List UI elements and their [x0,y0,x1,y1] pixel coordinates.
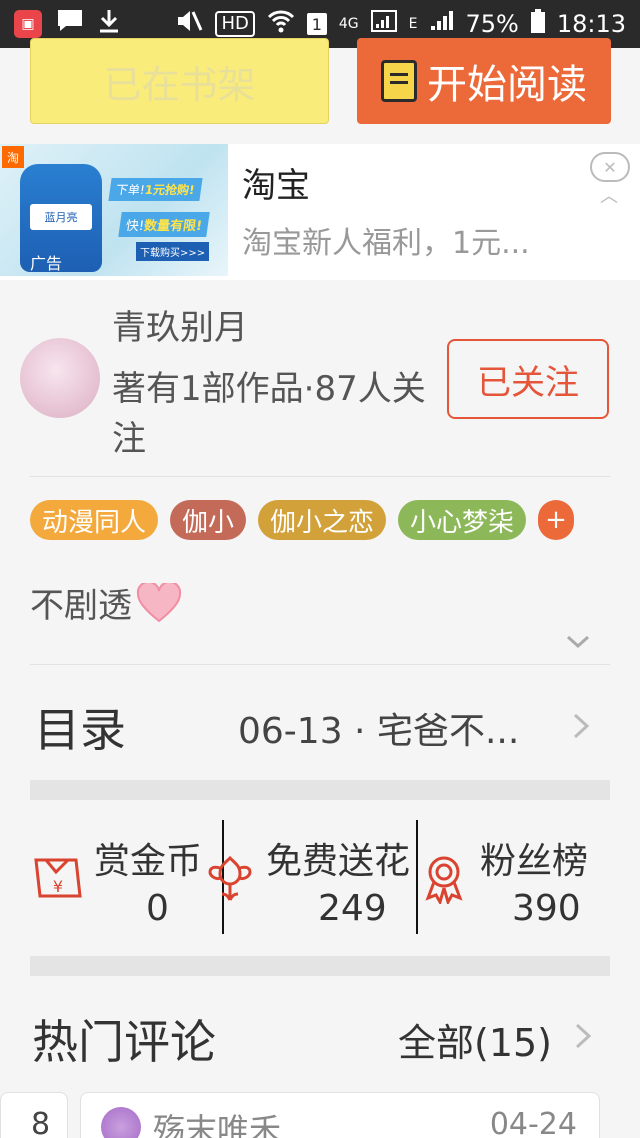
wifi-icon [267,9,295,39]
flower-value: 249 [318,888,387,929]
start-reading-button[interactable]: 开始阅读 [357,38,611,124]
comment-date: 04-24 [489,1107,577,1138]
book-actions: 已在书架 开始阅读 [0,38,640,140]
taobao-logo-icon: 淘 [2,146,24,168]
catalog-row[interactable]: 目录 06-13 · 宅爸不... [0,666,640,778]
ad-tag: 广告 [30,254,63,273]
ad-image[interactable]: 淘 蓝月亮 下单!1元抢购! 快!数量有限! 下载购买>>> 广告 [0,144,228,276]
red-envelope-icon[interactable]: ¥ [32,854,84,902]
fans-value: 390 [512,888,581,929]
battery-icon [530,9,545,39]
network-type-alt: E [408,16,418,32]
ad-description: 淘宝新人福利，1元... [242,226,530,261]
fans-label[interactable]: 粉丝榜 [480,832,588,884]
tag-item[interactable]: 小心梦柒 [398,500,527,540]
network-type: 4G [338,16,359,32]
hot-comments-title: 热门评论 [32,1015,216,1069]
ad-promo-line-1: 下单!1元抢购! [108,178,203,201]
section-separator [30,780,610,800]
mute-icon [175,8,203,40]
signal-bars-icon [429,10,454,38]
ad-promo-line-2: 快!数量有限! [118,212,210,237]
hd-badge: HD [215,11,255,37]
flower-label[interactable]: 免费送花 [266,832,410,884]
tag-list: 动漫同人 伽小 伽小之恋 小心梦柒 + [30,500,575,540]
clock: 18:13 [556,10,626,38]
ad-banner[interactable]: 淘 蓝月亮 下单!1元抢购! 快!数量有限! 下载购买>>> 广告 淘宝 淘宝新… [0,144,640,280]
book-summary: 不剧透 [30,578,182,627]
author-section: 青玖别月 著有1部作品·87人关注 已关注 [0,282,640,478]
all-comments-link[interactable]: 全部(15) [398,1012,552,1067]
signal-icon [370,10,397,38]
chevron-right-icon [573,713,590,739]
comment-card[interactable]: 殇末唯禾 04-24 [80,1092,600,1138]
commenter-name[interactable]: 殇末唯禾 [153,1105,281,1138]
ad-title: 淘宝 [242,166,310,206]
author-name[interactable]: 青玖别月 [112,300,248,349]
follow-button[interactable]: 已关注 [447,339,609,419]
stat-divider [416,820,418,934]
expand-chevron-icon[interactable] [564,628,592,656]
summary-text: 不剧透 [30,586,132,626]
tag-item[interactable]: 伽小 [170,500,247,540]
message-icon [56,8,84,40]
ad-close-icon[interactable]: ✕ [590,152,630,182]
flower-icon[interactable] [208,854,252,904]
author-avatar[interactable] [20,338,100,418]
book-icon [381,60,417,102]
comment-card[interactable]: 8 [0,1092,68,1138]
award-ribbon-icon[interactable] [420,852,468,904]
start-reading-label: 开始阅读 [427,62,587,108]
svg-text:¥: ¥ [53,877,63,896]
reward-label[interactable]: 赏金币 [94,832,202,884]
in-shelf-button[interactable]: 已在书架 [30,38,329,124]
app-notification-icon: ▣ [14,10,42,38]
sim-badge: 1 [306,13,327,35]
reward-value: 0 [146,888,169,929]
section-separator [30,956,610,976]
stats-row: ¥ 赏金币 0 免费送花 249 粉丝榜 390 [0,800,640,954]
battery-level: 75% [465,10,519,38]
comment-card-fragment: 8 [31,1107,51,1138]
ad-promo-line-3: 下载购买>>> [136,242,210,261]
download-icon [98,8,120,40]
tag-item[interactable]: 动漫同人 [30,500,159,540]
author-info: 著有1部作品·87人关注 [112,369,426,459]
ad-collapse-icon[interactable]: ︿ [600,182,618,208]
bottle-label: 蓝月亮 [30,204,92,230]
divider [30,476,610,477]
chevron-right-icon[interactable] [572,1022,594,1050]
commenter-avatar[interactable] [101,1107,141,1138]
add-tag-button[interactable]: + [538,500,575,540]
catalog-label: 目录 [34,703,126,757]
divider [30,664,610,665]
tag-item[interactable]: 伽小之恋 [258,500,387,540]
heart-icon [136,580,182,623]
latest-chapter: 06-13 · 宅爸不... [238,711,520,752]
